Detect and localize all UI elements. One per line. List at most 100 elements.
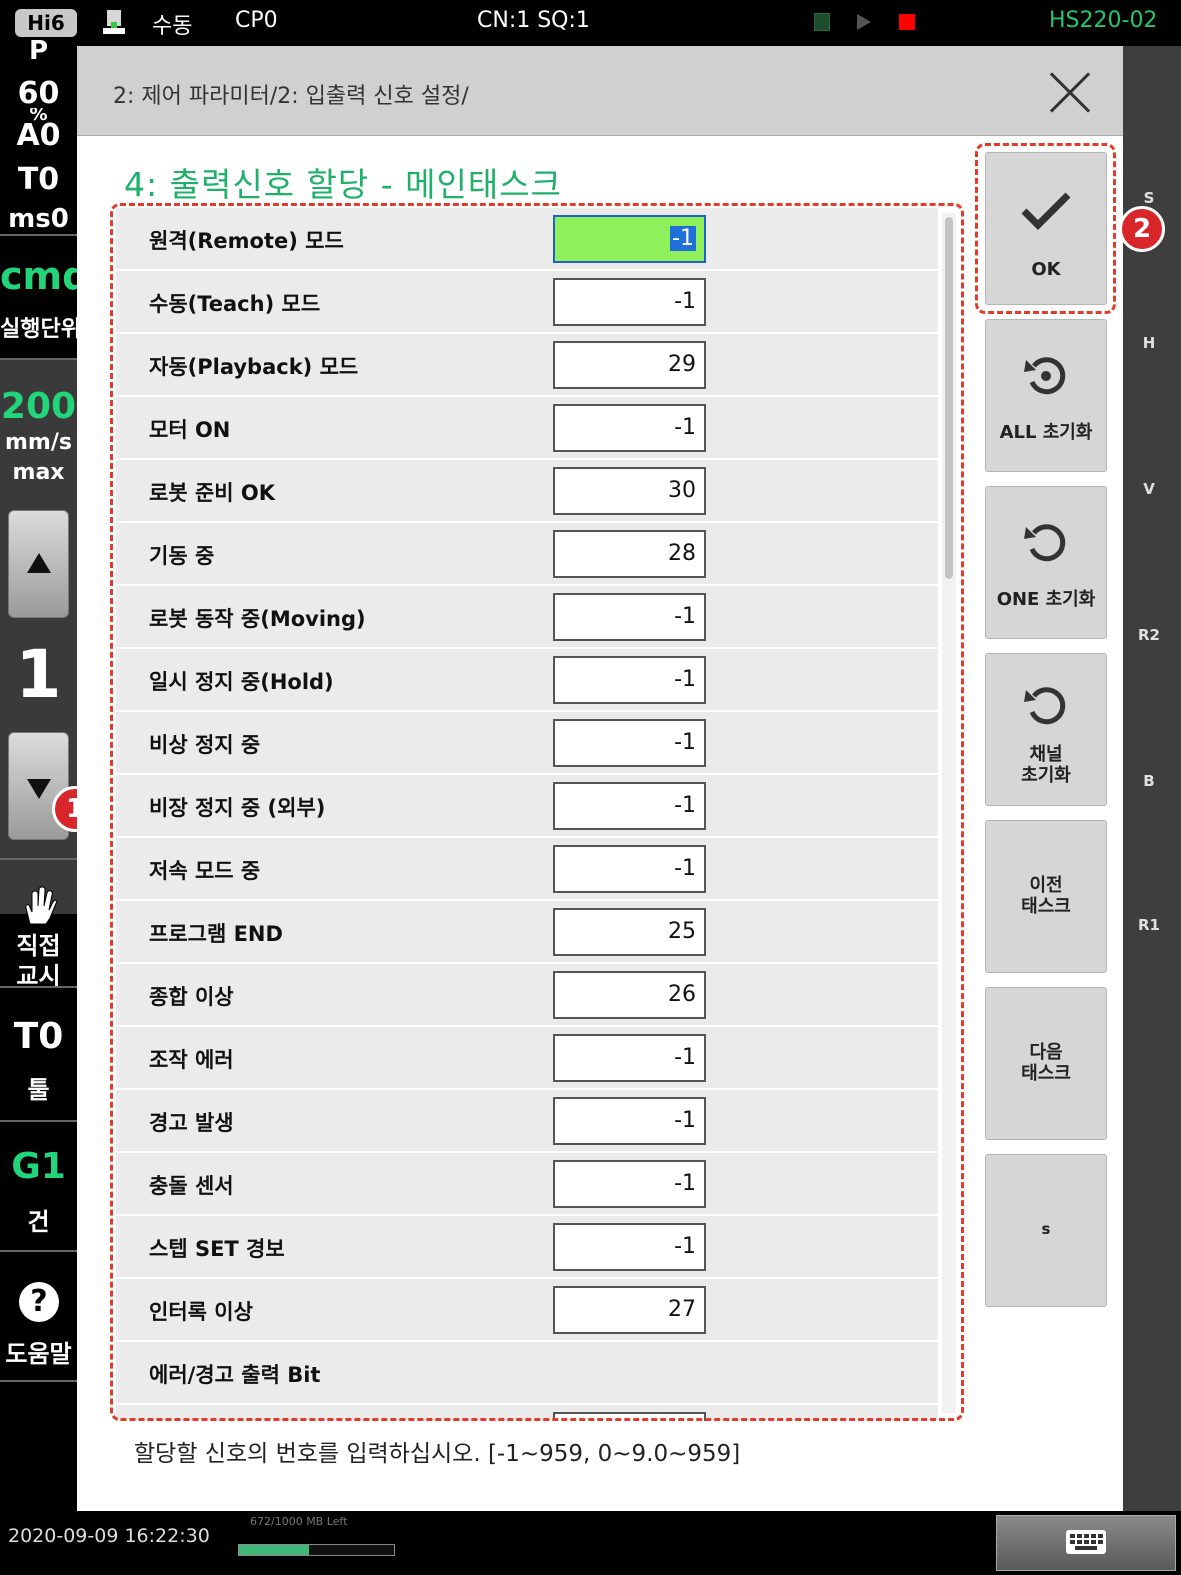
- axis-label-h: H: [1142, 334, 1156, 352]
- signal-label: 기동 중: [149, 544, 215, 568]
- signal-number-input[interactable]: -1: [553, 845, 706, 893]
- signal-number-input[interactable]: -1: [553, 215, 706, 263]
- signal-number-input[interactable]: -1: [553, 593, 706, 641]
- mode-label: 수동: [152, 14, 193, 39]
- exec-unit-label: 실행단위: [0, 317, 77, 342]
- datetime: 2020-09-09 16:22:30: [8, 1525, 210, 1547]
- signal-number-input[interactable]: [553, 1412, 706, 1421]
- hand-icon: [25, 886, 58, 925]
- stop-status-icon: [814, 13, 830, 31]
- signal-number-input[interactable]: -1: [553, 656, 706, 704]
- signal-number-input[interactable]: -1: [553, 278, 706, 326]
- reset-channel-icon: [1024, 687, 1066, 725]
- signal-label: 조작 에러: [149, 1048, 234, 1072]
- tool-button[interactable]: T0 툴: [0, 988, 77, 1120]
- gun-label: 건: [27, 1208, 50, 1236]
- signal-number-input[interactable]: -1: [553, 1034, 706, 1082]
- memory-bar-fill: [239, 1545, 309, 1555]
- speed-max: max: [12, 460, 65, 485]
- s-button[interactable]: s: [985, 1154, 1107, 1307]
- signal-label: 프로그램 END: [149, 922, 283, 946]
- step-up-button[interactable]: [8, 510, 69, 618]
- record-status-icon: [899, 14, 915, 30]
- signal-label: 경고 발생: [149, 1111, 234, 1135]
- speed-panel[interactable]: 200 mm/s max: [0, 360, 77, 494]
- signal-number-input[interactable]: 29: [553, 341, 706, 389]
- speed-unit: mm/s: [5, 430, 72, 455]
- signal-number-input[interactable]: 28: [553, 530, 706, 578]
- signal-number-input[interactable]: -1: [553, 719, 706, 767]
- list-item: 로봇 동작 중(Moving) -1: [116, 586, 938, 649]
- signal-number-input[interactable]: 30: [553, 467, 706, 515]
- signal-number-input[interactable]: -1: [553, 1223, 706, 1271]
- program-label: CP0: [235, 8, 278, 33]
- tool-label: 툴: [27, 1076, 50, 1104]
- right-axis-strip: S H V R2 B R1: [1123, 46, 1181, 1511]
- annotation-badge-2: 2: [1119, 206, 1165, 252]
- prev-task-button[interactable]: 이전 태스크: [985, 820, 1107, 973]
- channel-reset-button[interactable]: 채널 초기화: [985, 653, 1107, 806]
- signal-number-input[interactable]: -1: [553, 1097, 706, 1145]
- signal-label: 자동(Playback) 모드: [149, 355, 359, 379]
- speed-value: 200: [0, 386, 77, 427]
- close-icon[interactable]: [1047, 70, 1093, 116]
- axis-label-s: S: [1143, 189, 1155, 207]
- axis-label-b: B: [1143, 772, 1155, 790]
- axis-label-r1: R1: [1138, 916, 1160, 934]
- a0-label: A0: [16, 118, 61, 153]
- input-hint: 할당할 신호의 번호를 입력하십시오. [-1~959, 0~9.0~959]: [134, 1441, 741, 1467]
- signal-number-input[interactable]: 26: [553, 971, 706, 1019]
- signal-label: 비상 정지 중: [149, 733, 261, 757]
- signal-label: 비장 정지 중 (외부): [149, 796, 326, 820]
- axis-label-v: V: [1143, 480, 1155, 498]
- bottom-status-bar: 2020-09-09 16:22:30 672/1000 MB Left: [0, 1511, 1181, 1575]
- list-item: 인터록 이상 27: [116, 1279, 938, 1342]
- reset-all-icon: [1024, 357, 1066, 395]
- one-reset-button[interactable]: ONE 초기화: [985, 486, 1107, 639]
- signal-list-frame: 원격(Remote) 모드 -1 수동(Teach) 모드 -1 자동(Playba…: [110, 203, 964, 1421]
- signal-number-input[interactable]: 27: [553, 1286, 706, 1334]
- help-label: 도움말: [5, 1340, 72, 1368]
- memory-bar: [238, 1544, 395, 1556]
- signal-number-input[interactable]: 25: [553, 908, 706, 956]
- help-button[interactable]: ? 도움말: [0, 1252, 77, 1380]
- list-item: 조작 에러 -1: [116, 1027, 938, 1090]
- scrollbar-thumb[interactable]: [945, 217, 953, 579]
- ok-label: OK: [1031, 259, 1061, 280]
- signal-label: 저속 모드 중: [149, 859, 261, 883]
- signal-number-input[interactable]: -1: [553, 404, 706, 452]
- ms-label: ms0: [8, 204, 69, 234]
- cmd-label[interactable]: cmd: [0, 254, 77, 298]
- reset-one-icon: [1024, 524, 1066, 562]
- play-status-icon: [857, 14, 871, 30]
- signal-label: 원격(Remote) 모드: [149, 229, 344, 253]
- prev-task-label: 이전 태스크: [1021, 875, 1071, 917]
- memory-label: 672/1000 MB Left: [250, 1515, 348, 1528]
- breadcrumb: 2: 제어 파라미터/2: 입출력 신호 설정/: [113, 84, 469, 109]
- list-item: 충돌 센서 -1: [116, 1153, 938, 1216]
- signal-number-input[interactable]: -1: [553, 782, 706, 830]
- robot-model: HS220-02: [1049, 8, 1158, 33]
- list-item: 모터 ON -1: [116, 397, 938, 460]
- all-reset-label: ALL 초기화: [999, 422, 1093, 443]
- list-item: 자동(Playback) 모드 29: [116, 334, 938, 397]
- direct-teach-button[interactable]: 직접 교시: [0, 860, 77, 990]
- pendant-icon: [103, 10, 125, 36]
- step-number: 1: [15, 636, 62, 713]
- signal-label: 로봇 준비 OK: [149, 481, 276, 505]
- output-signal-dialog: 2: 제어 파라미터/2: 입출력 신호 설정/ 4: 출력신호 할당 - 메인…: [77, 46, 1165, 1511]
- tool-number: T0: [13, 1016, 64, 1057]
- keyboard-button[interactable]: [996, 1515, 1176, 1571]
- signal-label: 인터록 이상: [149, 1300, 253, 1324]
- gun-button[interactable]: G1 건: [0, 1122, 77, 1250]
- all-reset-button[interactable]: ALL 초기화: [985, 319, 1107, 472]
- list-scrollbar[interactable]: [942, 213, 956, 1413]
- signal-number-input[interactable]: -1: [553, 1160, 706, 1208]
- t0-label: T0: [17, 162, 60, 197]
- cn-sq-label: CN:1 SQ:1: [477, 8, 590, 33]
- question-icon: ?: [19, 1282, 59, 1322]
- dialog-header: 2: 제어 파라미터/2: 입출력 신호 설정/: [77, 46, 1123, 136]
- ok-button[interactable]: OK: [985, 152, 1107, 305]
- next-task-button[interactable]: 다음 태스크: [985, 987, 1107, 1140]
- list-item: 기동 중 28: [116, 523, 938, 586]
